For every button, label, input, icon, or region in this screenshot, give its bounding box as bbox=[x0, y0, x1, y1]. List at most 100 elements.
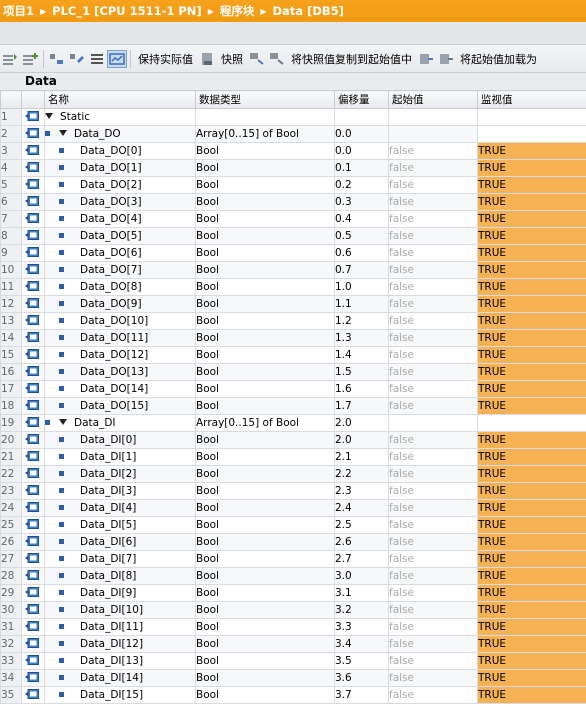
start-value-cell[interactable]: false bbox=[388, 193, 478, 211]
name-cell[interactable]: Data_DI[14] bbox=[44, 669, 196, 687]
expand-triangle-icon[interactable] bbox=[59, 130, 67, 136]
start-value-cell[interactable]: false bbox=[388, 176, 478, 194]
table-row[interactable]: 34 Data_DI[14] Bool 3.6 false TRUE bbox=[0, 669, 586, 687]
name-cell[interactable]: Data_DI[10] bbox=[44, 601, 196, 619]
datatype-cell[interactable]: Bool bbox=[195, 278, 335, 296]
datatype-cell[interactable]: Bool bbox=[195, 176, 335, 194]
name-cell[interactable]: Data_DO[9] bbox=[44, 295, 196, 313]
table-row[interactable]: 12 Data_DO[9] Bool 1.1 false TRUE bbox=[0, 295, 586, 313]
start-value-cell[interactable]: false bbox=[388, 363, 478, 381]
datatype-cell[interactable] bbox=[195, 108, 335, 126]
table-row[interactable]: 17 Data_DO[14] Bool 1.6 false TRUE bbox=[0, 380, 586, 398]
datatype-cell[interactable]: Bool bbox=[195, 380, 335, 398]
datatype-cell[interactable]: Bool bbox=[195, 465, 335, 483]
breadcrumb-project[interactable]: 项目1 bbox=[3, 0, 34, 22]
name-cell[interactable]: Data_DO[5] bbox=[44, 227, 196, 245]
insert-row-icon[interactable] bbox=[0, 50, 20, 68]
table-row[interactable]: 9 Data_DO[6] Bool 0.6 false TRUE bbox=[0, 244, 586, 262]
table-row[interactable]: 18 Data_DO[15] Bool 1.7 false TRUE bbox=[0, 397, 586, 415]
start-value-cell[interactable]: false bbox=[388, 380, 478, 398]
start-value-cell[interactable]: false bbox=[388, 227, 478, 245]
list-view-icon[interactable] bbox=[87, 50, 107, 68]
table-row[interactable]: 19 Data_DI Array[0..15] of Bool 2.0 bbox=[0, 414, 586, 432]
start-value-cell[interactable]: false bbox=[388, 567, 478, 585]
table-row[interactable]: 30 Data_DI[10] Bool 3.2 false TRUE bbox=[0, 601, 586, 619]
breadcrumb-data-block[interactable]: Data [DB5] bbox=[273, 0, 344, 22]
table-row[interactable]: 5 Data_DO[2] Bool 0.2 false TRUE bbox=[0, 176, 586, 194]
name-cell[interactable]: Data_DO[7] bbox=[44, 261, 196, 279]
breadcrumb-plc[interactable]: PLC_1 [CPU 1511-1 PN] bbox=[52, 0, 202, 22]
name-cell[interactable]: Data_DI[7] bbox=[44, 550, 196, 568]
start-value-cell[interactable] bbox=[388, 125, 478, 143]
name-cell[interactable]: Data_DI[3] bbox=[44, 482, 196, 500]
datatype-cell[interactable]: Bool bbox=[195, 431, 335, 449]
name-cell[interactable]: Data_DI[15] bbox=[44, 686, 196, 704]
name-cell[interactable]: Data_DI[9] bbox=[44, 584, 196, 602]
datatype-cell[interactable]: Bool bbox=[195, 550, 335, 568]
datatype-cell[interactable]: Bool bbox=[195, 533, 335, 551]
table-row[interactable]: 2 Data_DO Array[0..15] of Bool 0.0 bbox=[0, 125, 586, 143]
datatype-cell[interactable]: Array[0..15] of Bool bbox=[195, 125, 335, 143]
datatype-cell[interactable]: Bool bbox=[195, 516, 335, 534]
name-cell[interactable]: Data_DO[6] bbox=[44, 244, 196, 262]
snapshot-button[interactable]: 快照 bbox=[217, 51, 247, 67]
table-row[interactable]: 21 Data_DI[1] Bool 2.1 false TRUE bbox=[0, 448, 586, 466]
start-value-cell[interactable]: false bbox=[388, 210, 478, 228]
datatype-cell[interactable]: Bool bbox=[195, 567, 335, 585]
table-row[interactable]: 16 Data_DO[13] Bool 1.5 false TRUE bbox=[0, 363, 586, 381]
name-cell[interactable]: Data_DO[4] bbox=[44, 210, 196, 228]
start-value-cell[interactable]: false bbox=[388, 499, 478, 517]
table-row[interactable]: 32 Data_DI[12] Bool 3.4 false TRUE bbox=[0, 635, 586, 653]
datatype-cell[interactable]: Bool bbox=[195, 193, 335, 211]
datatype-cell[interactable]: Bool bbox=[195, 227, 335, 245]
load-start-as-actual-button[interactable]: 将起始值加载为 bbox=[456, 51, 541, 67]
datatype-cell[interactable]: Array[0..15] of Bool bbox=[195, 414, 335, 432]
table-row[interactable]: 10 Data_DO[7] Bool 0.7 false TRUE bbox=[0, 261, 586, 279]
start-value-cell[interactable]: false bbox=[388, 601, 478, 619]
name-cell[interactable]: Data_DI[4] bbox=[44, 499, 196, 517]
start-value-cell[interactable]: false bbox=[388, 295, 478, 313]
datatype-cell[interactable]: Bool bbox=[195, 329, 335, 347]
datatype-cell[interactable]: Bool bbox=[195, 635, 335, 653]
start-value-cell[interactable] bbox=[388, 414, 478, 432]
start-value-cell[interactable]: false bbox=[388, 346, 478, 364]
start-value-cell[interactable]: false bbox=[388, 159, 478, 177]
name-cell[interactable]: Data_DO bbox=[44, 125, 196, 143]
table-row[interactable]: 8 Data_DO[5] Bool 0.5 false TRUE bbox=[0, 227, 586, 245]
table-row[interactable]: 3 Data_DO[0] Bool 0.0 false TRUE bbox=[0, 142, 586, 160]
load-actual-values-icon[interactable] bbox=[436, 50, 456, 68]
name-cell[interactable]: Data_DI[8] bbox=[44, 567, 196, 585]
name-cell[interactable]: Data_DO[2] bbox=[44, 176, 196, 194]
snapshot-copy-icon[interactable] bbox=[247, 50, 267, 68]
table-row[interactable]: 20 Data_DI[0] Bool 2.0 false TRUE bbox=[0, 431, 586, 449]
table-row[interactable]: 7 Data_DO[4] Bool 0.4 false TRUE bbox=[0, 210, 586, 228]
table-row[interactable]: 24 Data_DI[4] Bool 2.4 false TRUE bbox=[0, 499, 586, 517]
start-value-cell[interactable]: false bbox=[388, 482, 478, 500]
name-cell[interactable]: Static bbox=[44, 108, 196, 126]
name-cell[interactable]: Data_DO[3] bbox=[44, 193, 196, 211]
table-row[interactable]: 22 Data_DI[2] Bool 2.2 false TRUE bbox=[0, 465, 586, 483]
datatype-cell[interactable]: Bool bbox=[195, 142, 335, 160]
collapse-all-icon[interactable] bbox=[67, 50, 87, 68]
start-value-cell[interactable]: false bbox=[388, 550, 478, 568]
table-row[interactable]: 35 Data_DI[15] Bool 3.7 false TRUE bbox=[0, 686, 586, 704]
table-row[interactable]: 33 Data_DI[13] Bool 3.5 false TRUE bbox=[0, 652, 586, 670]
start-value-cell[interactable] bbox=[388, 108, 478, 126]
start-value-cell[interactable]: false bbox=[388, 278, 478, 296]
name-cell[interactable]: Data_DO[10] bbox=[44, 312, 196, 330]
start-value-cell[interactable]: false bbox=[388, 652, 478, 670]
datatype-cell[interactable]: Bool bbox=[195, 669, 335, 687]
table-row[interactable]: 15 Data_DO[12] Bool 1.4 false TRUE bbox=[0, 346, 586, 364]
datatype-cell[interactable]: Bool bbox=[195, 312, 335, 330]
datatype-cell[interactable]: Bool bbox=[195, 448, 335, 466]
start-value-cell[interactable]: false bbox=[388, 448, 478, 466]
start-value-cell[interactable]: false bbox=[388, 244, 478, 262]
table-row[interactable]: 29 Data_DI[9] Bool 3.1 false TRUE bbox=[0, 584, 586, 602]
table-row[interactable]: 23 Data_DI[3] Bool 2.3 false TRUE bbox=[0, 482, 586, 500]
datatype-cell[interactable]: Bool bbox=[195, 601, 335, 619]
datatype-cell[interactable]: Bool bbox=[195, 397, 335, 415]
load-start-values-icon[interactable] bbox=[416, 50, 436, 68]
copy-snapshot-to-start-button[interactable]: 将快照值复制到起始值中 bbox=[287, 51, 416, 67]
name-cell[interactable]: Data_DO[11] bbox=[44, 329, 196, 347]
datatype-cell[interactable]: Bool bbox=[195, 295, 335, 313]
